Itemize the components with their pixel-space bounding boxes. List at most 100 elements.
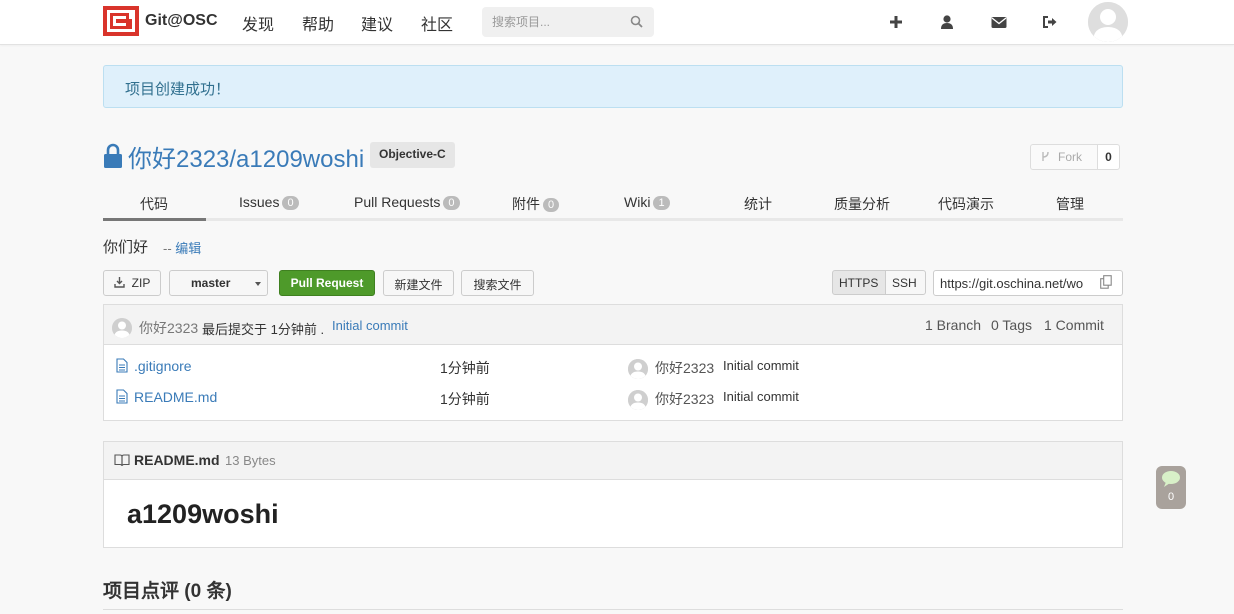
fork-button[interactable]: Fork xyxy=(1030,144,1098,170)
tab-label: Pull Requests xyxy=(354,194,441,210)
copy-icon[interactable] xyxy=(1100,275,1112,289)
download-icon xyxy=(113,277,125,288)
avatar[interactable] xyxy=(628,390,648,410)
tab-pull-requests[interactable]: Pull Requests 0 xyxy=(354,194,460,210)
ssh-toggle[interactable]: SSH xyxy=(885,270,926,295)
comment-count: 0 xyxy=(1167,491,1175,503)
nav-discover[interactable]: 发现 xyxy=(242,11,274,35)
commit-count-link[interactable]: 1 Commit xyxy=(1044,317,1104,333)
search-file-button[interactable]: 搜索文件 xyxy=(461,270,534,296)
default-avatar-icon xyxy=(1088,2,1128,42)
success-alert: 项目创建成功！ xyxy=(103,65,1123,108)
search-icon[interactable] xyxy=(630,15,643,28)
lock-icon xyxy=(104,143,122,168)
tab-attachments[interactable]: 附件 0 xyxy=(512,194,560,214)
clone-url: https://git.oschina.net/wo xyxy=(940,276,1084,291)
branch-select[interactable]: master xyxy=(169,270,268,296)
fork-label: Fork xyxy=(1058,150,1082,164)
file-icon xyxy=(116,358,128,373)
user-avatar[interactable] xyxy=(1088,2,1128,42)
plus-icon[interactable] xyxy=(887,13,905,31)
last-commit-bar: 你好2323 最后提交于 1分钟前 . Initial commit 1 Bra… xyxy=(104,305,1122,345)
tab-label: Wiki xyxy=(624,194,651,210)
active-tab-indicator xyxy=(103,218,206,221)
tab-label: 统计 xyxy=(744,196,772,212)
file-name-link[interactable]: .gitignore xyxy=(134,358,192,374)
envelope-icon[interactable] xyxy=(990,13,1008,31)
tab-quality[interactable]: 质量分析 xyxy=(834,194,890,214)
tab-label: 代码 xyxy=(140,196,168,212)
readme-filename: README.md xyxy=(134,452,220,468)
commit-time-text: 最后提交于 1分钟前 . xyxy=(202,322,325,337)
logo-text[interactable]: Git@OSC xyxy=(145,12,218,30)
file-time: 1分钟前 xyxy=(440,391,490,407)
tab-stats[interactable]: 统计 xyxy=(744,194,772,214)
project-title[interactable]: 你好2323/a1209woshi xyxy=(128,139,364,174)
pull-request-button[interactable]: Pull Request xyxy=(279,270,375,296)
comments-title: 项目点评 (0 条) xyxy=(103,581,232,602)
commit-author[interactable]: 你好2323 xyxy=(139,318,198,338)
language-badge[interactable]: Objective-C xyxy=(370,142,455,168)
count-badge: 1 xyxy=(653,196,670,210)
tab-label: 质量分析 xyxy=(834,196,890,212)
fork-icon xyxy=(1042,151,1049,161)
file-time: 1分钟前 xyxy=(440,360,490,376)
tab-label: 管理 xyxy=(1056,196,1084,212)
default-avatar-icon xyxy=(628,390,648,410)
nav-suggest[interactable]: 建议 xyxy=(361,11,393,35)
tab-admin[interactable]: 管理 xyxy=(1056,194,1084,214)
count-badge: 0 xyxy=(443,196,460,210)
speech-bubble-icon xyxy=(1162,471,1180,487)
file-commit-message[interactable]: Initial commit xyxy=(723,358,799,373)
file-list-panel: 你好2323 最后提交于 1分钟前 . Initial commit 1 Bra… xyxy=(103,304,1123,421)
file-author[interactable]: 你好2323 xyxy=(655,389,714,409)
file-author[interactable]: 你好2323 xyxy=(655,358,714,378)
tab-demo[interactable]: 代码演示 xyxy=(938,194,994,214)
edit-prefix: -- xyxy=(163,241,172,256)
clone-url-field[interactable]: https://git.oschina.net/wo xyxy=(933,270,1123,296)
file-name-link[interactable]: README.md xyxy=(134,389,217,405)
https-toggle[interactable]: HTTPS xyxy=(832,270,886,295)
readme-panel: README.md 13 Bytes a1209woshi xyxy=(103,441,1123,548)
download-zip-button[interactable]: ZIP xyxy=(103,270,161,296)
count-badge: 0 xyxy=(543,198,560,212)
top-navbar: Git@OSC 发现 帮助 建议 社区 xyxy=(0,0,1234,45)
branch-name: master xyxy=(191,276,231,290)
project-description: 你们好 xyxy=(103,239,149,256)
file-commit-message[interactable]: Initial commit xyxy=(723,389,799,404)
book-icon xyxy=(114,454,130,467)
zip-label: ZIP xyxy=(131,276,151,290)
avatar[interactable] xyxy=(628,359,648,379)
description-edit: -- 编辑 xyxy=(163,238,201,257)
sign-out-icon[interactable] xyxy=(1041,13,1059,31)
branch-count-link[interactable]: 1 Branch xyxy=(925,317,981,333)
tab-code[interactable]: 代码 xyxy=(140,194,168,214)
user-icon[interactable] xyxy=(938,13,956,31)
nav-help[interactable]: 帮助 xyxy=(302,11,334,35)
divider xyxy=(103,609,1123,610)
git-osc-logo[interactable] xyxy=(103,6,139,36)
count-badge: 0 xyxy=(282,196,299,210)
project-tabs: 代码 Issues 0 Pull Requests 0 附件 0 Wiki 1 统计 质… xyxy=(103,186,1123,221)
default-avatar-icon xyxy=(628,359,648,379)
file-icon xyxy=(116,389,128,404)
tab-wiki[interactable]: Wiki 1 xyxy=(624,194,670,210)
chevron-down-icon xyxy=(255,282,261,286)
tag-count-link[interactable]: 0 Tags xyxy=(991,317,1032,333)
new-file-button[interactable]: 新建文件 xyxy=(383,270,454,296)
avatar[interactable] xyxy=(112,318,132,338)
readme-size: 13 Bytes xyxy=(225,453,276,468)
search-box xyxy=(482,7,654,37)
tab-label: 附件 xyxy=(512,196,540,212)
edit-description-link[interactable]: 编辑 xyxy=(175,241,201,256)
readme-heading: a1209woshi xyxy=(127,499,279,529)
nav-community[interactable]: 社区 xyxy=(421,11,453,35)
tab-label: 代码演示 xyxy=(938,196,994,212)
comment-widget[interactable]: 0 xyxy=(1156,466,1186,509)
tab-issues[interactable]: Issues 0 xyxy=(239,194,299,210)
tab-label: Issues xyxy=(239,194,280,210)
search-input[interactable] xyxy=(492,13,622,31)
commit-message-link[interactable]: Initial commit xyxy=(332,318,408,333)
readme-header: README.md 13 Bytes xyxy=(104,442,1122,480)
fork-count[interactable]: 0 xyxy=(1097,144,1120,170)
